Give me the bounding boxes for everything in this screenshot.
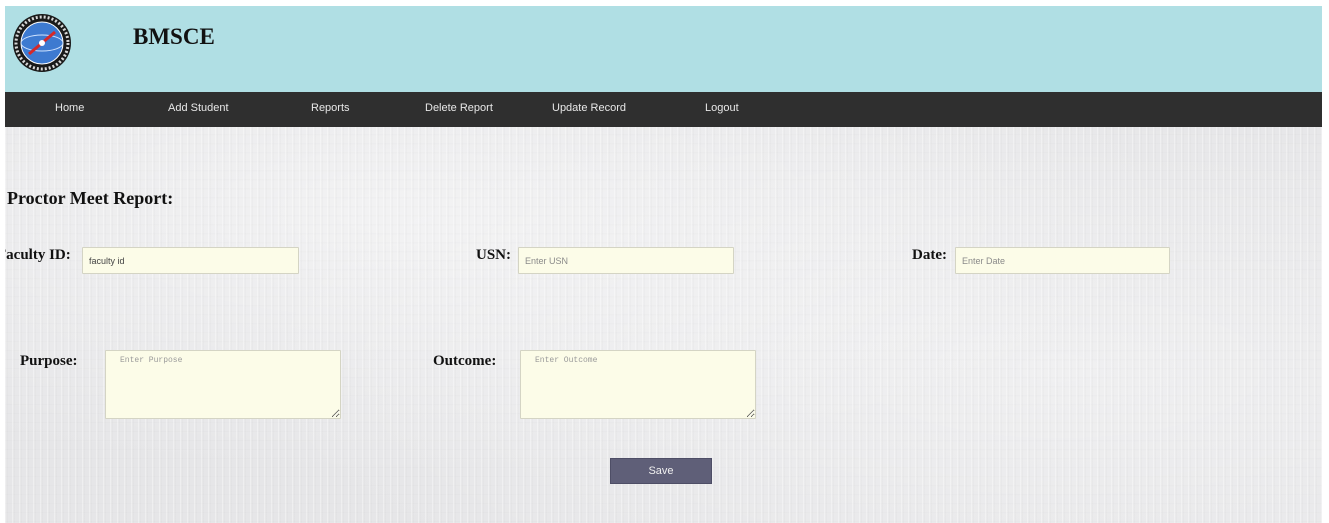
- purpose-textarea[interactable]: [105, 350, 341, 419]
- date-label: Date:: [912, 247, 947, 263]
- faculty-id-label: Faculty ID:: [5, 247, 71, 263]
- nav-logout[interactable]: Logout: [705, 102, 739, 114]
- nav-update-record[interactable]: Update Record: [552, 102, 626, 114]
- site-header: BMSCE: [5, 6, 1322, 92]
- purpose-label: Purpose:: [20, 353, 78, 369]
- outcome-textarea[interactable]: [520, 350, 756, 419]
- usn-input[interactable]: [518, 247, 734, 274]
- nav-reports[interactable]: Reports: [311, 102, 350, 114]
- usn-label: USN:: [476, 247, 512, 263]
- date-input[interactable]: [955, 247, 1170, 274]
- page-frame: BMSCE Home Add Student Reports Delete Re…: [5, 6, 1322, 523]
- nav-delete-report[interactable]: Delete Report: [425, 102, 493, 114]
- save-button[interactable]: Save: [610, 458, 712, 484]
- college-emblem-icon: [11, 12, 73, 74]
- page-title: Proctor Meet Report:: [7, 188, 174, 208]
- nav-home[interactable]: Home: [55, 102, 84, 114]
- main-nav: Home Add Student Reports Delete Report U…: [5, 92, 1322, 127]
- faculty-id-input[interactable]: [82, 247, 299, 274]
- nav-add-student[interactable]: Add Student: [168, 102, 229, 114]
- brand-name: BMSCE: [133, 24, 215, 49]
- outcome-label: Outcome:: [433, 353, 497, 369]
